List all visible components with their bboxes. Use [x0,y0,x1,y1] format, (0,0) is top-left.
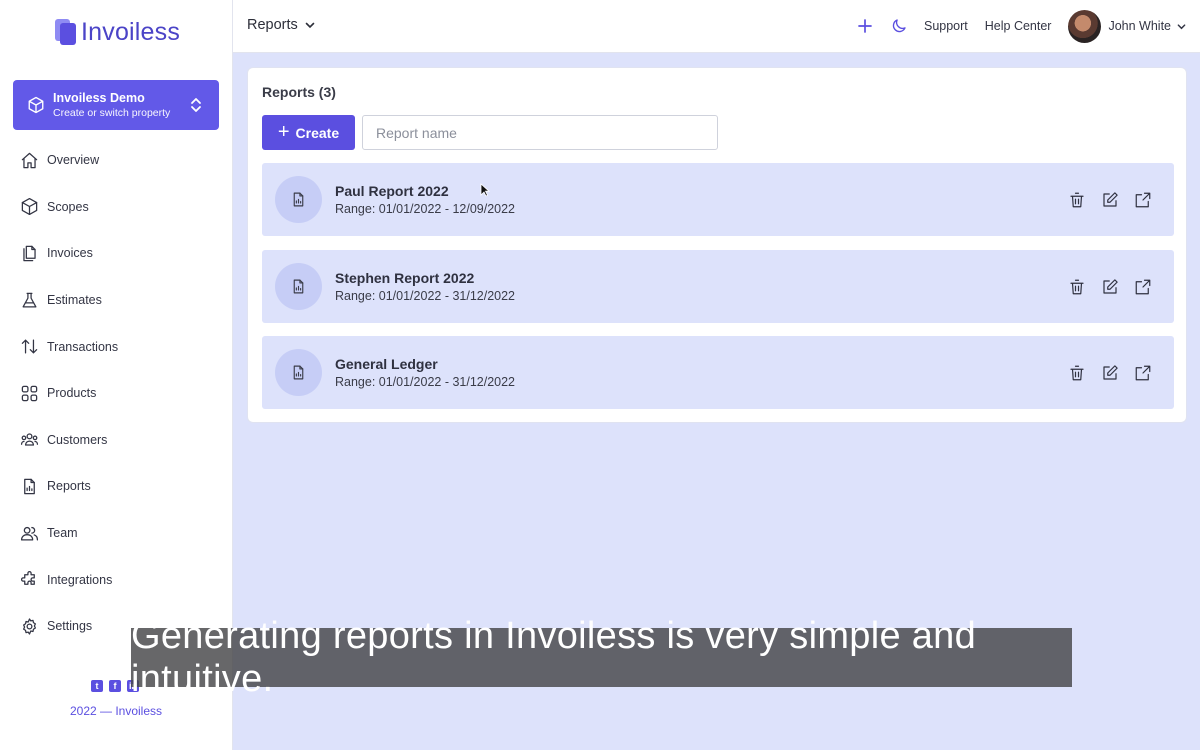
external-link-icon[interactable] [1134,191,1152,209]
home-icon [21,152,38,169]
report-row[interactable]: Paul Report 2022 Range: 01/01/2022 - 12/… [262,163,1174,236]
report-range: Range: 01/01/2022 - 12/09/2022 [335,201,516,216]
trash-icon[interactable] [1068,191,1086,209]
sidebar-item-estimates[interactable]: Estimates [0,277,232,324]
sidebar-item-customers[interactable]: Customers [0,417,232,464]
trash-icon[interactable] [1068,364,1086,382]
logo-icon [55,19,77,45]
sidebar-item-label: Customers [47,432,108,447]
sidebar-item-label: Integrations [47,572,113,587]
sidebar-item-label: Overview [47,153,100,168]
create-report-button[interactable]: + Create [262,115,355,150]
documents-icon [23,245,36,262]
sidebar-item-team[interactable]: Team [0,510,232,557]
report-name-input[interactable] [362,115,718,150]
sidebar-item-label: Team [47,526,78,541]
video-caption: Generating reports in Invoiless is very … [131,615,1072,700]
sidebar-item-label: Products [47,386,97,401]
breadcrumb-label: Reports [247,17,298,33]
flask-icon [22,292,37,308]
property-subtitle: Create or switch property [53,106,171,119]
sidebar-item-label: Scopes [47,199,89,214]
user-menu[interactable]: John White [1108,19,1186,33]
sidebar-item-overview[interactable]: Overview [0,137,232,184]
report-row[interactable]: Stephen Report 2022 Range: 01/01/2022 - … [262,250,1174,323]
topbar: Reports Support Help Center John White [233,0,1200,53]
chevron-updown-icon [191,98,201,112]
arrows-updown-icon [21,339,38,354]
team-icon [20,526,39,541]
property-title: Invoiless Demo [53,90,145,105]
report-name: Paul Report 2022 [335,182,449,199]
caption-text: Generating reports in Invoiless is very … [131,614,977,700]
facebook-icon[interactable]: f [109,680,121,692]
edit-icon[interactable] [1101,191,1119,209]
sidebar-item-integrations[interactable]: Integrations [0,556,232,603]
gear-icon [23,618,36,635]
reports-panel: Reports (3) + Create Paul Report 2022 Ra… [247,67,1187,423]
topbar-actions: Support Help Center John White [856,9,1186,43]
create-button-label: Create [295,124,340,141]
support-link[interactable]: Support [924,19,968,33]
copyright: 2022 — Invoiless [69,704,163,718]
breadcrumb-dropdown[interactable]: Reports [247,17,315,33]
sidebar-item-products[interactable]: Products [0,370,232,417]
property-switcher[interactable]: Invoiless Demo Create or switch property [13,80,219,130]
sidebar-nav: Overview Scopes Invoices Estimates Trans… [0,137,232,650]
report-range: Range: 01/01/2022 - 31/12/2022 [335,288,516,303]
sidebar-item-label: Invoices [47,246,93,261]
report-range: Range: 01/01/2022 - 31/12/2022 [335,374,516,389]
sidebar-item-label: Settings [47,619,93,634]
external-link-icon[interactable] [1134,364,1152,382]
page-title: Reports (3) [262,84,336,100]
report-row[interactable]: General Ledger Range: 01/01/2022 - 31/12… [262,336,1174,409]
chevron-down-icon [1177,23,1186,29]
report-icon [275,263,322,310]
sidebar-item-label: Transactions [47,339,119,354]
app-name: Invoiless [81,17,181,46]
report-name: Stephen Report 2022 [335,269,475,286]
report-icon [275,349,322,396]
sidebar-item-scopes[interactable]: Scopes [0,184,232,231]
app-logo[interactable]: Invoiless [55,17,180,47]
help-center-link[interactable]: Help Center [985,19,1052,33]
user-name: John White [1108,19,1171,33]
moon-icon[interactable] [890,17,908,35]
report-icon [275,176,322,223]
users-group-icon [20,433,39,447]
sidebar-item-label: Reports [47,479,91,494]
external-link-icon[interactable] [1134,278,1152,296]
grid-icon [21,385,38,402]
edit-icon[interactable] [1101,364,1119,382]
sidebar-item-transactions[interactable]: Transactions [0,323,232,370]
cube-icon [21,198,38,216]
plus-icon[interactable] [856,17,874,35]
puzzle-icon [21,571,35,586]
report-name: General Ledger [335,355,438,372]
sidebar-item-label: Estimates [47,293,102,308]
chevron-down-icon [305,22,315,29]
sidebar-item-reports[interactable]: Reports [0,463,232,510]
edit-icon[interactable] [1101,278,1119,296]
cube-icon [28,96,44,114]
plus-icon: + [277,120,290,143]
avatar[interactable] [1068,9,1102,43]
twitter-icon[interactable]: t [91,680,103,692]
report-icon [24,478,35,495]
mouse-cursor-icon [480,183,490,197]
trash-icon[interactable] [1068,278,1086,296]
sidebar-item-invoices[interactable]: Invoices [0,230,232,277]
